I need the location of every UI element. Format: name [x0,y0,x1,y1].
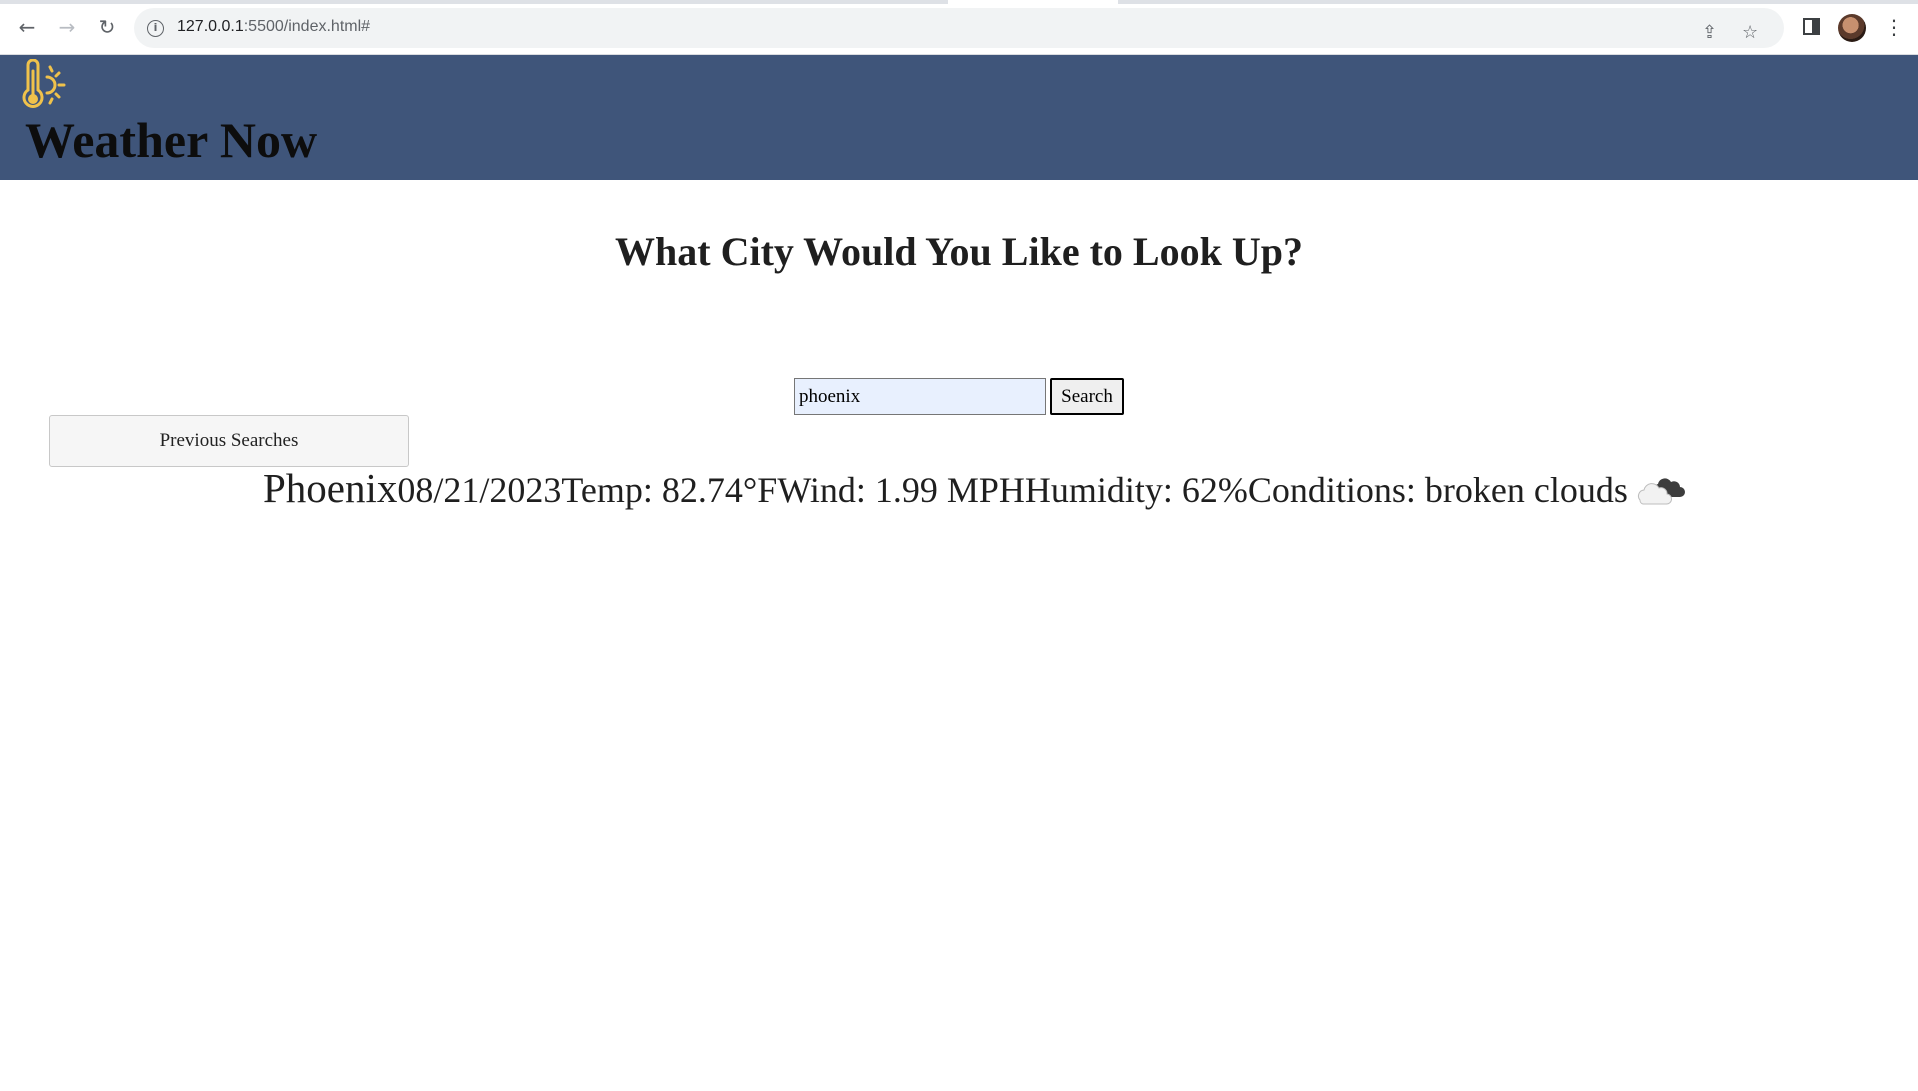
result-conditions: Conditions: broken clouds [1247,470,1628,510]
tab-strip [0,0,1918,4]
result-date: 08/21/2023 [397,470,562,510]
bookmark-star-icon[interactable]: ☆ [1742,22,1758,43]
result-wind: Wind: 1.99 MPH [777,470,1025,510]
previous-searches-button[interactable]: Previous Searches [49,415,409,467]
address-bar[interactable]: i 127.0.0.1:5500/index.html# ⇪ ☆ [134,8,1784,48]
site-header: Weather Now [0,55,1918,180]
back-icon[interactable]: ← [12,12,42,42]
share-icon[interactable]: ⇪ [1702,22,1717,43]
site-info-icon[interactable]: i [147,20,164,37]
broken-clouds-icon [1637,478,1685,505]
profile-avatar[interactable] [1838,14,1866,42]
browser-toolbar: ← → ↻ i 127.0.0.1:5500/index.html# ⇪ ☆ ⋮ [0,0,1918,55]
active-tab[interactable] [948,0,1118,4]
result-city: Phoenix [263,465,398,511]
url-path: :5500/index.html# [243,18,371,35]
result-humidity: Humidity: 62% [1024,470,1248,510]
kebab-menu-icon[interactable]: ⋮ [1884,14,1904,40]
site-title: Weather Now [25,112,318,168]
thermometer-sun-icon [22,59,66,108]
current-weather: Phoenix 08/21/2023 Temp: 82.74°F Wind: 1… [263,464,1688,512]
result-temp: Temp: 82.74°F [561,470,778,510]
url-host: 127.0.0.1 [177,18,244,35]
city-search-input[interactable] [794,378,1046,415]
side-panel-icon[interactable] [1803,18,1820,35]
reload-icon[interactable]: ↻ [92,12,122,42]
forward-icon[interactable]: → [52,12,82,42]
search-button[interactable]: Search [1050,378,1124,415]
url-text[interactable]: 127.0.0.1:5500/index.html# [177,18,370,36]
search-prompt: What City Would You Like to Look Up? [615,229,1303,274]
